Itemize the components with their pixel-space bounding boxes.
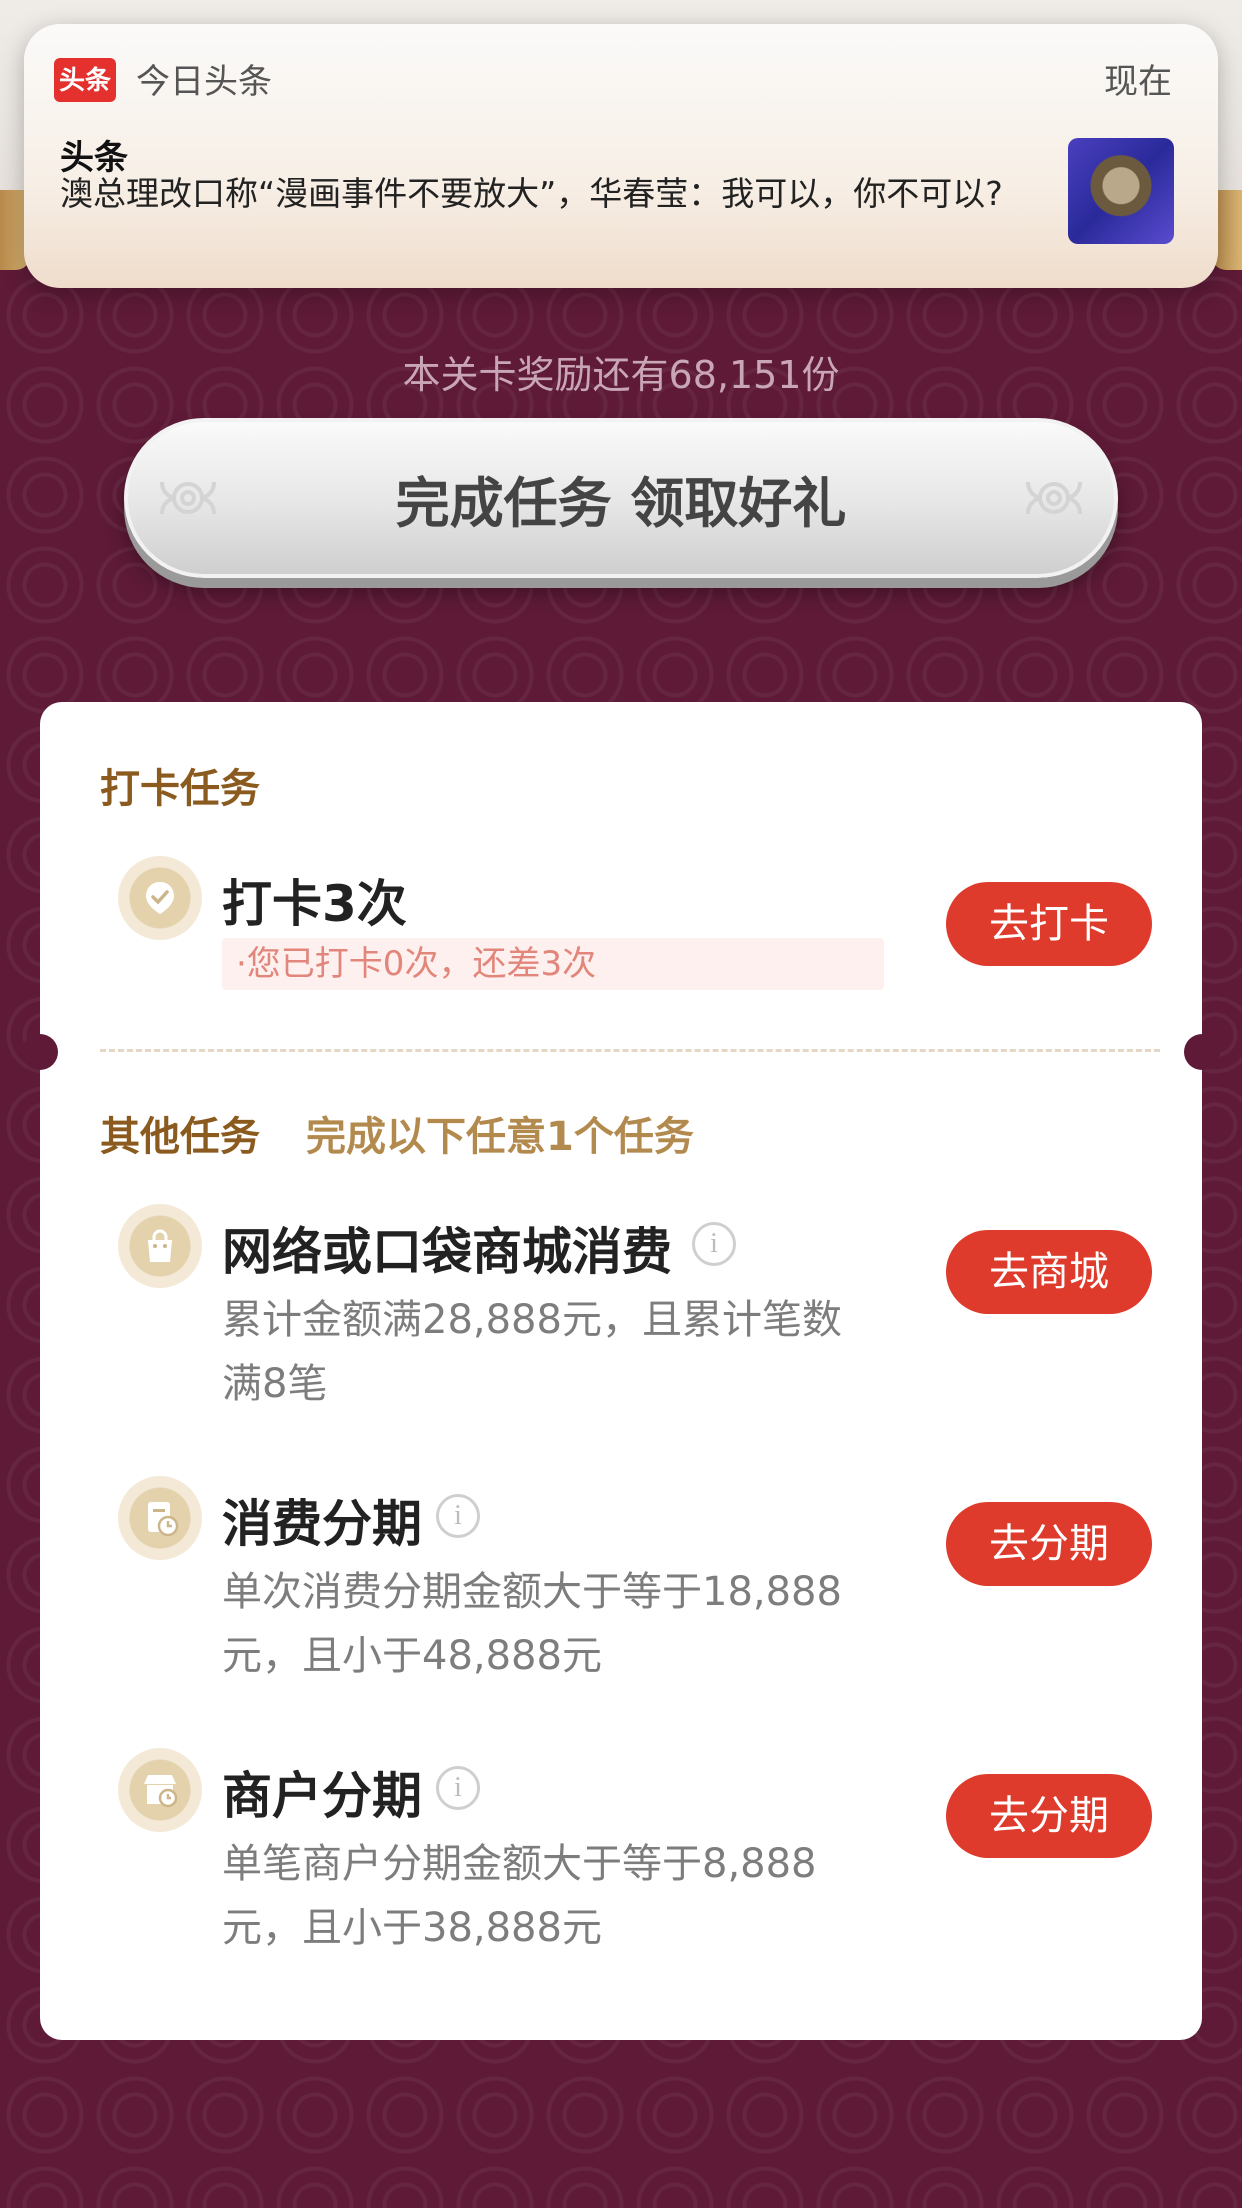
- checkin-icon: [118, 856, 202, 940]
- task-desc-online-mall-line2: 满8笔: [222, 1361, 328, 1407]
- checkin-task-title: 打卡3次: [222, 875, 407, 933]
- task-title-consumer-installment: 消费分期: [222, 1495, 422, 1553]
- go-installment-button[interactable]: 去分期: [946, 1502, 1152, 1586]
- notification-time: 现在: [1104, 62, 1172, 102]
- info-icon[interactable]: i: [692, 1222, 736, 1266]
- task-desc-merchant-installment-line1: 单笔商户分期金额大于等于8,888: [222, 1841, 817, 1887]
- task-title-online-mall: 网络或口袋商城消费: [222, 1223, 672, 1281]
- go-checkin-button[interactable]: 去打卡: [946, 882, 1152, 966]
- card-notch-right: [1184, 1034, 1220, 1070]
- checkin-progress-text: ·您已打卡0次，还差3次: [222, 938, 884, 990]
- info-icon[interactable]: i: [436, 1766, 480, 1810]
- notification-app-name: 今日头条: [136, 62, 272, 102]
- task-desc-consumer-installment-line2: 元，且小于48,888元: [222, 1633, 602, 1679]
- info-icon[interactable]: i: [436, 1494, 480, 1538]
- toutiao-app-icon: 头条: [54, 58, 116, 102]
- go-mall-button[interactable]: 去商城: [946, 1230, 1152, 1314]
- notification-thumbnail: [1068, 138, 1174, 244]
- merchant-store-icon: [118, 1748, 202, 1832]
- other-section-title: 其他任务: [100, 1114, 260, 1160]
- section-divider: [100, 1049, 1160, 1052]
- task-desc-online-mall-line1: 累计金额满28,888元，且累计笔数: [222, 1297, 842, 1343]
- shopping-bag-icon: [118, 1204, 202, 1288]
- checkin-section-title: 打卡任务: [100, 766, 260, 812]
- go-merchant-installment-button[interactable]: 去分期: [946, 1774, 1152, 1858]
- complete-task-label: 完成任务 领取好礼: [395, 471, 847, 535]
- complete-task-button[interactable]: 完成任务 领取好礼: [124, 418, 1118, 578]
- cloud-ornament-icon: [1026, 481, 1082, 515]
- task-title-merchant-installment: 商户分期: [222, 1767, 422, 1825]
- reward-remaining-text: 本关卡奖励还有68,151份: [402, 353, 840, 397]
- push-notification[interactable]: 头条 今日头条 现在 头条 澳总理改口称“漫画事件不要放大”，华春莹：我可以，你…: [24, 24, 1218, 288]
- notification-body: 澳总理改口称“漫画事件不要放大”，华春莹：我可以，你不可以?: [60, 174, 1003, 213]
- installment-bill-icon: [118, 1476, 202, 1560]
- card-notch-left: [22, 1034, 58, 1070]
- other-section-subtitle: 完成以下任意1个任务: [306, 1114, 694, 1160]
- task-desc-consumer-installment-line1: 单次消费分期金额大于等于18,888: [222, 1569, 842, 1615]
- task-desc-merchant-installment-line2: 元，且小于38,888元: [222, 1905, 602, 1951]
